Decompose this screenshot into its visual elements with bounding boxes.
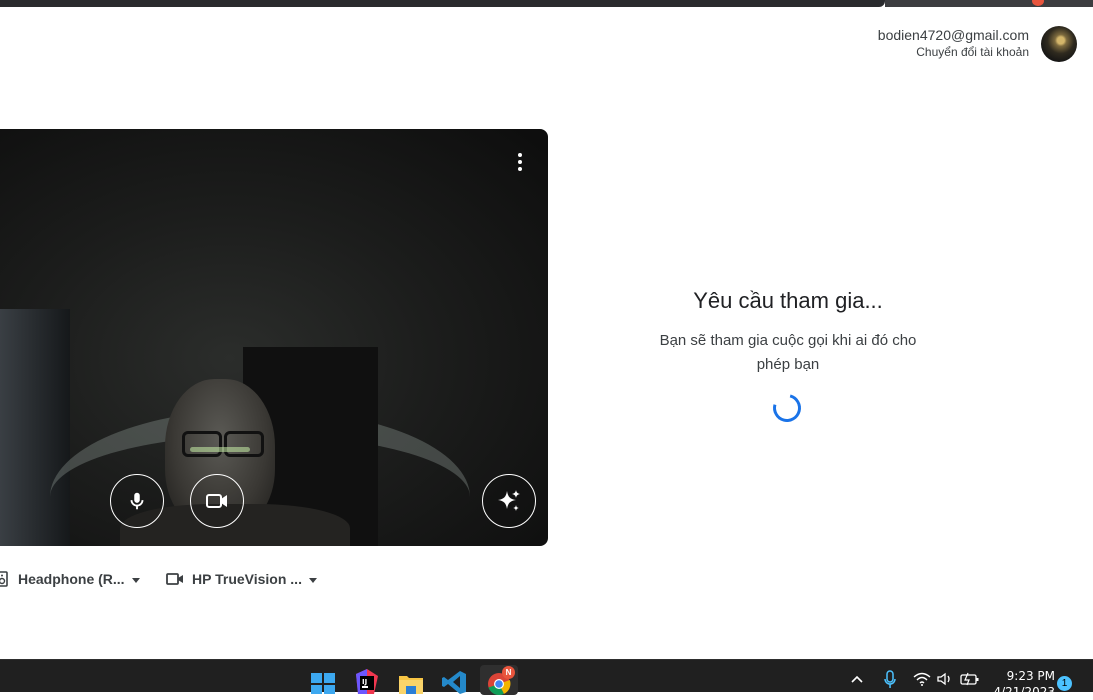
- more-options-button[interactable]: [505, 148, 535, 178]
- windows-taskbar: IJ N 9:23 PM 4/21/2023 1: [0, 659, 1093, 699]
- vscode-icon[interactable]: [441, 668, 467, 694]
- switch-account-link[interactable]: Chuyển đổi tài khoản: [878, 44, 1029, 60]
- battery-icon[interactable]: [960, 672, 980, 691]
- video-device-label: HP TrueVision ...: [192, 571, 302, 587]
- wifi-icon[interactable]: [913, 672, 931, 691]
- join-request-panel: Yêu cầu tham gia... Bạn sẽ tham gia cuộc…: [628, 285, 948, 377]
- join-request-title: Yêu cầu tham gia...: [693, 288, 883, 313]
- join-request-message: Bạn sẽ tham gia cuộc gọi khi ai đó cho p…: [659, 332, 917, 373]
- sparkle-effects-icon: [498, 490, 520, 511]
- windows-start-icon[interactable]: [310, 668, 336, 694]
- audio-device-selector[interactable]: Headphone (R...: [0, 571, 140, 587]
- chrome-taskbar-button[interactable]: N: [480, 665, 518, 696]
- intellij-icon[interactable]: IJ: [354, 668, 380, 694]
- speaker-icon: [0, 571, 8, 587]
- chevron-up-icon[interactable]: [850, 672, 864, 690]
- mic-icon: [130, 492, 144, 510]
- taskbar-clock[interactable]: 9:23 PM 4/21/2023: [985, 668, 1055, 700]
- chevron-down-icon: [131, 577, 140, 583]
- video-device-selector[interactable]: HP TrueVision ...: [166, 571, 317, 587]
- account-email: bodien4720@gmail.com: [877, 27, 1029, 43]
- videocam-icon: [166, 573, 183, 585]
- chrome-profile-badge: N: [502, 666, 515, 679]
- mic-in-use-icon[interactable]: [883, 670, 897, 695]
- loading-spinner-icon: [767, 388, 807, 428]
- clock-time: 9:23 PM: [1006, 669, 1055, 683]
- chevron-down-icon: [308, 577, 317, 583]
- user-avatar[interactable]: [1041, 26, 1077, 62]
- visual-effects-button[interactable]: [482, 474, 536, 528]
- camera-preview: [0, 129, 548, 546]
- videocam-icon: [206, 494, 227, 508]
- browser-tab-bar: [0, 0, 885, 7]
- notification-badge[interactable]: 1: [1057, 676, 1072, 691]
- browser-frame: [885, 0, 1093, 7]
- camera-toggle-button[interactable]: [190, 474, 244, 528]
- volume-icon[interactable]: [937, 672, 953, 691]
- audio-device-label: Headphone (R...: [18, 571, 125, 587]
- browser-top-strip: [0, 0, 1093, 9]
- preview-glasses: [182, 431, 264, 457]
- microphone-toggle-button[interactable]: [110, 474, 164, 528]
- file-explorer-icon[interactable]: [398, 668, 424, 694]
- account-info: bodien4720@gmail.com Chuyển đổi tài khoả…: [878, 27, 1029, 60]
- svg-text:IJ: IJ: [362, 678, 367, 686]
- clock-date: 4/21/2023: [993, 685, 1055, 699]
